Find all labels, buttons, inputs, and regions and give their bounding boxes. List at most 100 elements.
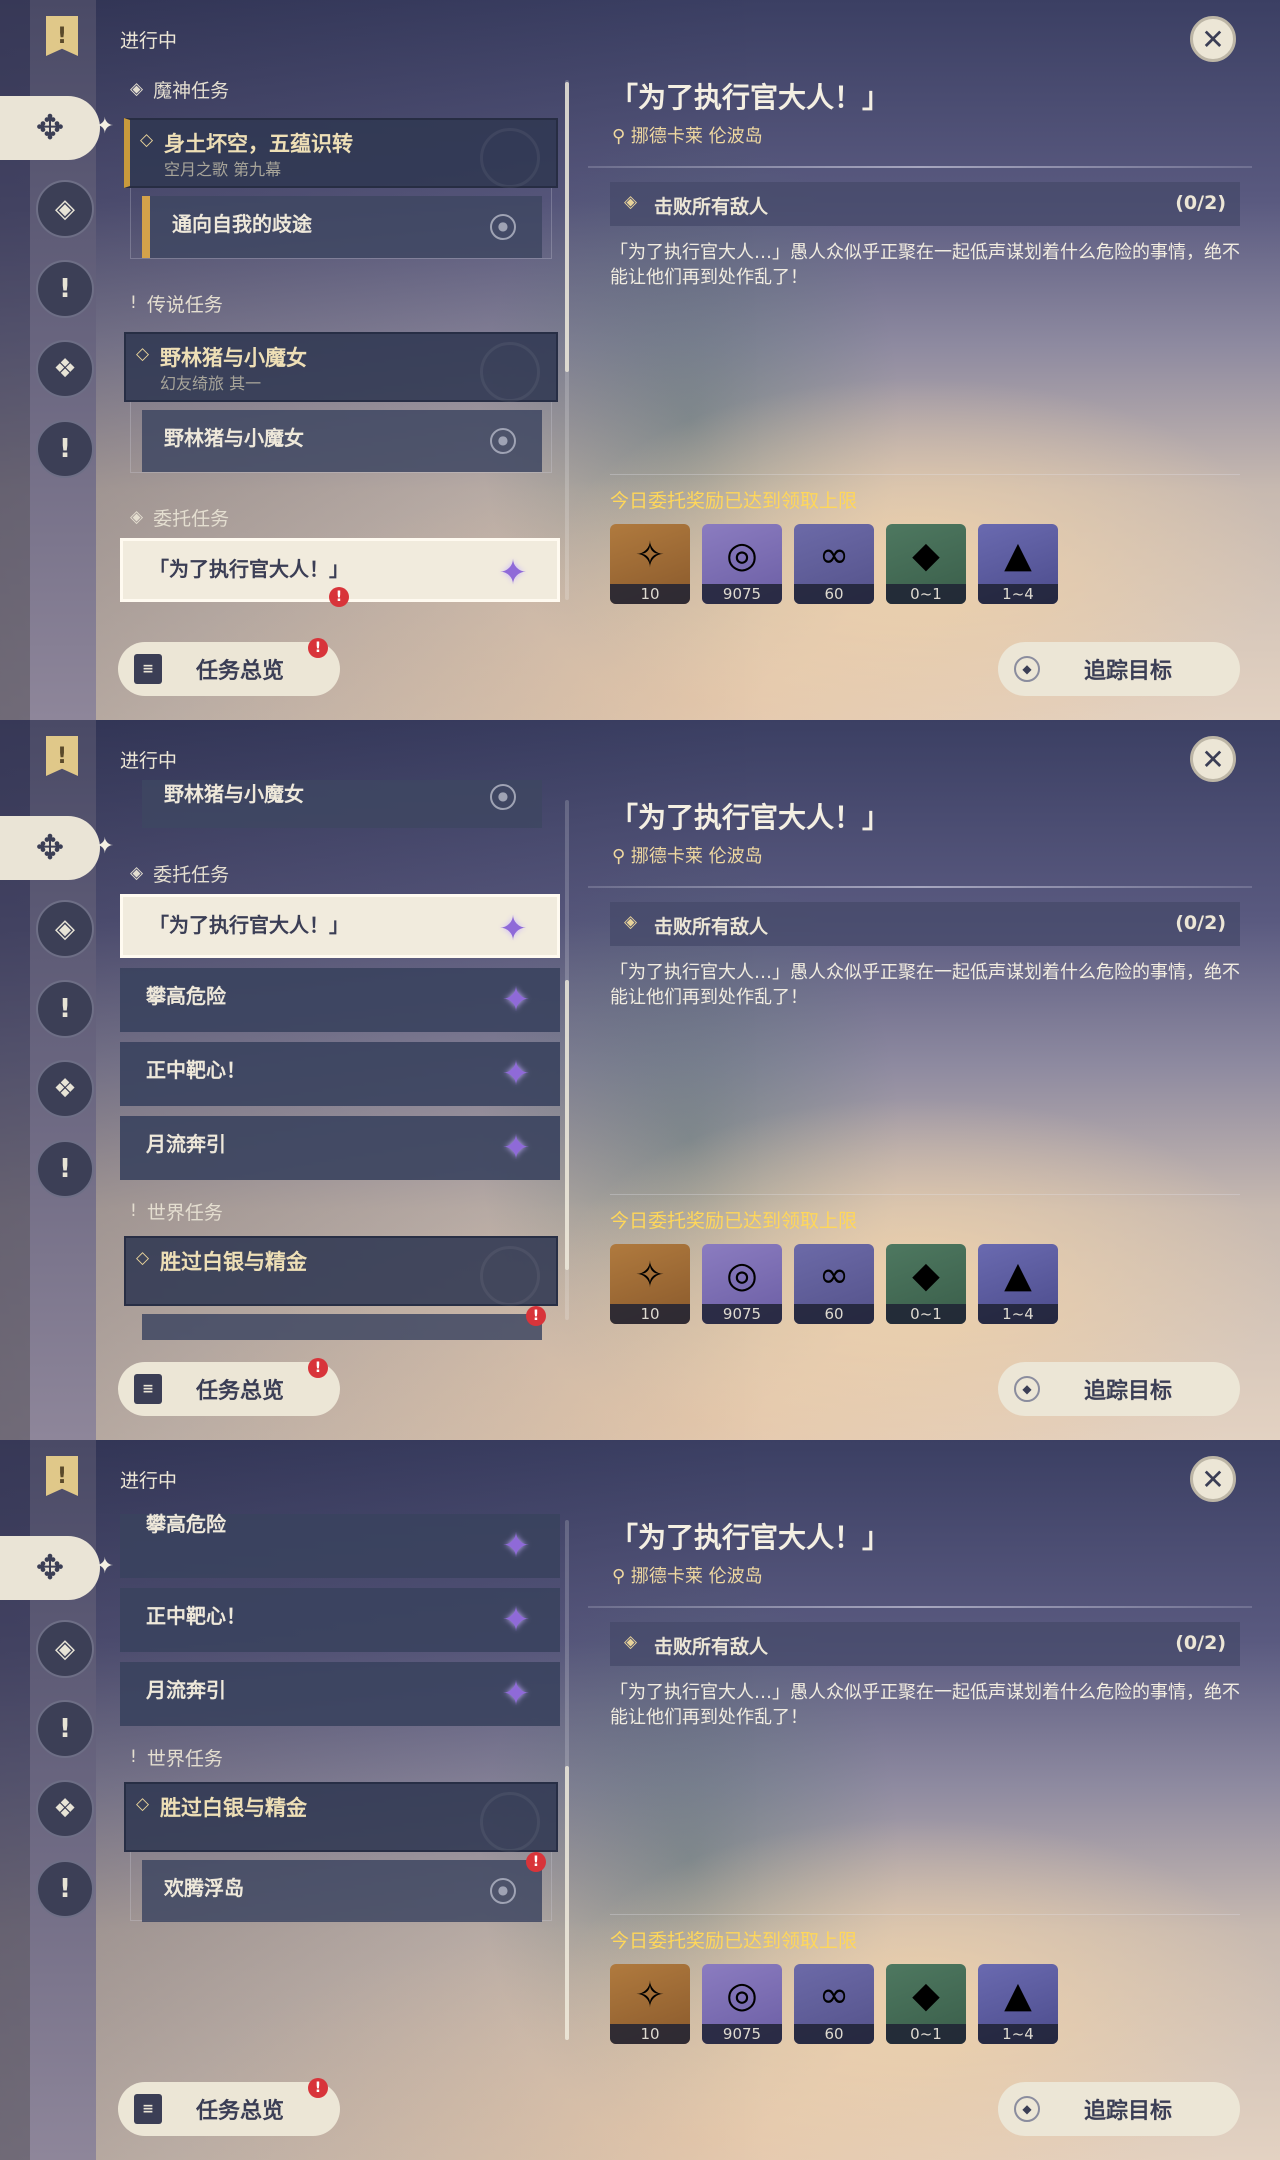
story-quest-step[interactable]: 野林猪与小魔女 ● [142,410,542,472]
commission-item[interactable]: 攀高危险 ✦ [120,968,560,1032]
quest-list[interactable]: 野林猪与小魔女 ● ◈ 委托任务 「为了执行官大人！」 ✦ 攀高危险 ✦ 正中靶心… [120,780,560,1340]
category-world: ! 世界任务 [130,1196,223,1226]
nav-story-icon[interactable]: ! [36,1700,94,1758]
location-pin-icon[interactable]: ● [490,428,516,454]
world-quest-step[interactable]: 欢腾浮岛 ● ! [142,1852,546,1922]
commission-item[interactable]: 月流奔引 ✦ [120,1116,560,1180]
track-label: 追踪目标 [1084,2099,1173,2124]
location-text: 挪德卡莱 伦波岛 [630,126,763,147]
nav-commission-icon[interactable]: ❖ [36,340,94,398]
companionship-exp-icon: ∞ [819,534,849,576]
archon-quest-step[interactable]: 通向自我的歧途 ● [142,196,542,258]
commission-title: 正中靶心！ [146,1058,246,1082]
commission-item[interactable]: 正中靶心！ ✦ [120,1042,560,1106]
world-quest-item[interactable]: ◇ 胜过白银与精金 [124,1782,558,1852]
location-pin-icon[interactable]: ● [490,214,516,240]
commission-item[interactable]: 正中靶心！ ✦ [120,1588,560,1652]
list-scroll-thumb[interactable] [565,82,569,372]
alert-badge: ! [526,1306,546,1326]
step-title: 野林猪与小魔女 [164,426,304,450]
quest-overview-button[interactable]: ≡ 任务总览 ! [118,2078,340,2136]
diamond-icon: ◇ [136,344,150,364]
quest-title: 身土坏空，五蕴识转 [164,132,353,156]
archon-quest-item[interactable]: ◇ 身土坏空，五蕴识转 空月之歌 第九幕 [124,118,558,188]
crystal-icon: ▲ [1004,534,1032,576]
commission-title: 攀高危险 [146,1512,226,1536]
reward-companionship-exp[interactable]: ∞ 60 [794,1244,874,1324]
commission-title: 「为了执行官大人！」 [149,913,349,937]
divider [610,1914,1240,1915]
quest-list[interactable]: ◈ 魔神任务 ◇ 身土坏空，五蕴识转 空月之歌 第九幕 通向自我的歧途 ● ! 传说… [120,60,560,620]
reward-ore[interactable]: ◆ 0~1 [886,1964,966,2044]
nav-archon-icon[interactable]: ◈ [36,900,94,958]
category-commission: ◈ 委托任务 [130,502,229,532]
mora-icon: ◎ [726,1254,758,1296]
nav-world-icon[interactable]: ! [36,1140,94,1198]
list-scroll-thumb[interactable] [565,980,569,1270]
category-label: 委托任务 [153,863,230,886]
nav-all-quests-icon[interactable]: ✥ ✦ [0,1536,114,1600]
quest-list[interactable]: 攀高危险 ✦ 正中靶心！ ✦ 月流奔引 ✦ ! 世界任务 ◇ 胜过白银与精金 欢腾… [120,1500,560,2060]
commission-item-selected[interactable]: 「为了执行官大人！」 ✦ ! [120,538,560,607]
nav-commission-icon[interactable]: ❖ [36,1780,94,1838]
mora-icon: ◎ [726,534,758,576]
story-quest-step[interactable]: 野林猪与小魔女 ● [142,780,542,828]
commission-item-selected[interactable]: 「为了执行官大人！」 ✦ [120,894,560,958]
reward-companionship-exp[interactable]: ∞ 60 [794,1964,874,2044]
track-target-button[interactable]: ◆ 追踪目标 [998,2082,1240,2136]
location-pin-icon[interactable]: ● [490,1878,516,1904]
list-scroll-thumb[interactable] [565,1766,569,2040]
overview-icon: ≡ [134,2094,162,2124]
location-text: 挪德卡莱 伦波岛 [630,1566,763,1587]
objective-row: ◈ 击败所有敌人 (0/2) [610,182,1240,226]
quest-detail: 「为了执行官大人！」 ⚲ 挪德卡莱 伦波岛 ◈ 击败所有敌人 (0/2) 「为了… [588,720,1252,1440]
commission-item[interactable]: 月流奔引 ✦ [120,1662,560,1726]
quest-title: 野林猪与小魔女 [160,346,307,370]
quest-panel-3: ! ✥ ✦ ◈ ! ❖ ! 进行中 ✕ 攀高危险 ✦ 正中靶心！ ✦ 月流奔引 ✦… [0,1440,1280,2160]
location-pin-icon[interactable]: ● [490,784,516,810]
reward-amount: 0~1 [886,584,966,604]
world-quest-step[interactable]: ! [142,1306,546,1340]
reward-primogem[interactable]: ✧ 10 [610,524,690,604]
reward-mora[interactable]: ◎ 9075 [702,1964,782,2044]
nav-story-icon[interactable]: ! [36,260,94,318]
reward-amount: 10 [610,2024,690,2044]
nav-world-icon[interactable]: ! [36,420,94,478]
overview-label: 任务总览 [196,659,285,684]
reward-amount: 60 [794,2024,874,2044]
reward-crystal[interactable]: ▲ 1~4 [978,524,1058,604]
reward-mora[interactable]: ◎ 9075 [702,1244,782,1324]
track-target-button[interactable]: ◆ 追踪目标 [998,642,1240,696]
reward-mora[interactable]: ◎ 9075 [702,524,782,604]
reward-primogem[interactable]: ✧ 10 [610,1244,690,1324]
commission-star-icon: ✦ [501,1600,531,1640]
nav-archon-icon[interactable]: ◈ [36,1620,94,1678]
reward-ore[interactable]: ◆ 0~1 [886,1244,966,1324]
quest-overview-button[interactable]: ≡ 任务总览 ! [118,1358,340,1416]
nav-all-quests-icon[interactable]: ✥ ✦ [0,96,114,160]
category-archon: ◈ 魔神任务 [130,74,229,104]
world-quest-item[interactable]: ◇ 胜过白银与精金 [124,1236,558,1306]
commission-title: 攀高危险 [146,984,226,1008]
location-text: 挪德卡莱 伦波岛 [630,846,763,867]
quest-detail: 「为了执行官大人！」 ⚲ 挪德卡莱 伦波岛 ◈ 击败所有敌人 (0/2) 「为了… [588,0,1252,720]
step-title: 通向自我的歧途 [172,212,312,236]
reward-companionship-exp[interactable]: ∞ 60 [794,524,874,604]
track-target-button[interactable]: ◆ 追踪目标 [998,1362,1240,1416]
commission-item[interactable]: 攀高危险 ✦ [120,1512,560,1578]
reward-primogem[interactable]: ✧ 10 [610,1964,690,2044]
nav-commission-icon[interactable]: ❖ [36,1060,94,1118]
objective-text: 击败所有敌人 [654,196,769,218]
reward-crystal[interactable]: ▲ 1~4 [978,1244,1058,1324]
alert-badge: ! [308,1358,328,1378]
nav-story-icon[interactable]: ! [36,980,94,1038]
reward-ore[interactable]: ◆ 0~1 [886,524,966,604]
story-quest-item[interactable]: ◇ 野林猪与小魔女 幻友绮旅 其一 [124,332,558,402]
quest-title: 胜过白银与精金 [160,1796,307,1820]
quest-overview-button[interactable]: ≡ 任务总览 ! [118,638,340,696]
reward-crystal[interactable]: ▲ 1~4 [978,1964,1058,2044]
nav-archon-icon[interactable]: ◈ [36,180,94,238]
commission-star-icon: ✦ [501,1128,531,1168]
nav-world-icon[interactable]: ! [36,1860,94,1918]
nav-all-quests-icon[interactable]: ✥ ✦ [0,816,114,880]
